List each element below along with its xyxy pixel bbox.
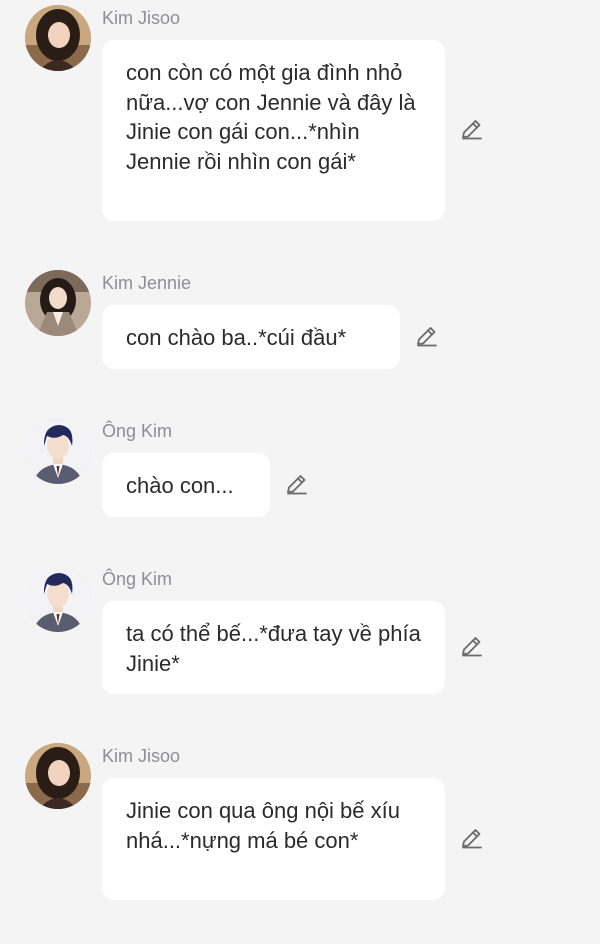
sender-name: Kim Jennie	[102, 273, 192, 293]
avatar[interactable]	[25, 566, 91, 632]
message-bubble: ta có thể bế...*đưa tay về phía Jinie*	[102, 601, 445, 694]
sender-name: Ông Kim	[102, 569, 173, 589]
pencil-icon[interactable]	[414, 324, 440, 350]
message-bubble: Jinie con qua ông nội bế xíu nhá...*nựng…	[102, 778, 445, 900]
message-bubble: con chào ba..*cúi đầu*	[102, 305, 400, 369]
message-text: con còn có một gia đình nhỏ nữa...vợ con…	[126, 60, 416, 174]
avatar[interactable]	[25, 743, 91, 809]
message-bubble: con còn có một gia đình nhỏ nữa...vợ con…	[102, 40, 445, 221]
message-text: chào con...	[126, 473, 234, 498]
avatar[interactable]	[25, 270, 91, 336]
avatar[interactable]	[25, 418, 91, 484]
pencil-icon[interactable]	[459, 634, 485, 660]
message-text: Jinie con qua ông nội bế xíu nhá...*nựng…	[126, 798, 400, 853]
sender-name: Kim Jisoo	[102, 8, 181, 28]
message-bubble: chào con...	[102, 453, 270, 517]
pencil-icon[interactable]	[459, 117, 485, 143]
pencil-icon[interactable]	[284, 472, 310, 498]
message-text: con chào ba..*cúi đầu*	[126, 325, 347, 350]
sender-name: Kim Jisoo	[102, 746, 181, 766]
sender-name: Ông Kim	[102, 421, 173, 441]
pencil-icon[interactable]	[459, 826, 485, 852]
message-text: ta có thể bế...*đưa tay về phía Jinie*	[126, 621, 421, 676]
avatar[interactable]	[25, 5, 91, 71]
